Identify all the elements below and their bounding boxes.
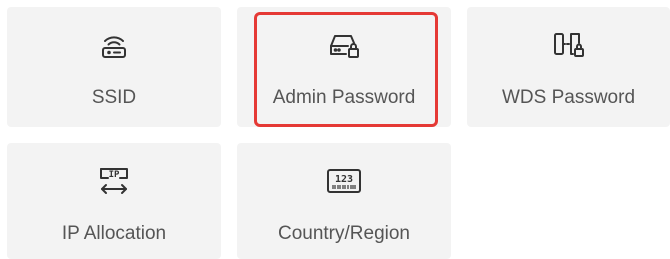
region-icon-text: 123 [335,174,353,185]
tile-ssid[interactable]: SSID [7,7,221,127]
ip-allocation-icon: IP [94,161,134,201]
router-icon [94,25,134,65]
ip-icon-text: IP [109,170,120,180]
wds-lock-icon [549,25,589,65]
tile-wds-password[interactable]: WDS Password [467,7,670,127]
tile-admin-password-label: Admin Password [272,87,416,108]
device-lock-icon [324,25,364,65]
tile-ip-allocation-label: IP Allocation [61,223,167,244]
tile-wds-password-label: WDS Password [501,87,636,108]
settings-grid: SSID Admin Password WDS Password IP IP A… [0,0,670,259]
tile-ssid-label: SSID [91,87,137,108]
region-code-icon: 123 [324,161,364,201]
tile-ip-allocation[interactable]: IP IP Allocation [7,143,221,259]
tile-country-region[interactable]: 123 Country/Region [237,143,451,259]
tile-admin-password[interactable]: Admin Password [237,7,451,127]
tile-country-region-label: Country/Region [277,223,411,244]
